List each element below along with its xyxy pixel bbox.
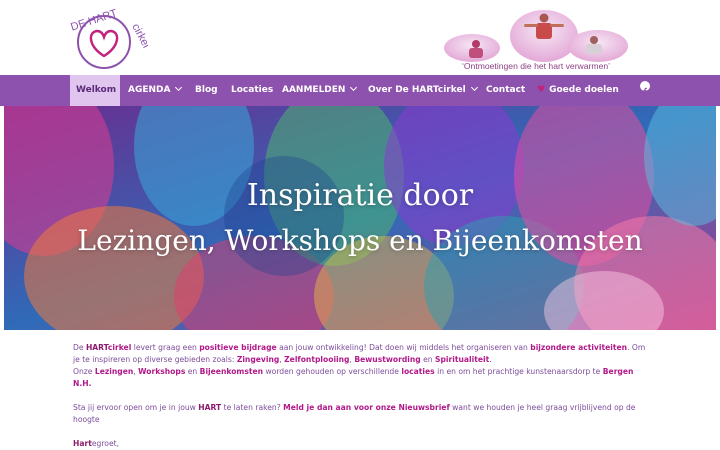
nav-item-aanmelden[interactable]: AANMELDEN (282, 75, 358, 106)
nav-item-label: AANMELDEN (282, 85, 346, 95)
text: cirkel (107, 343, 132, 352)
intro-paragraph: De HARTcirkel levert graag een positieve… (73, 342, 653, 390)
text: in en om het prachtige kunstenaarsdorp t… (434, 367, 603, 376)
text: Sta jij ervoor open om je in jouw (73, 403, 199, 412)
text: aan jouw ontwikkeling! Dat doen wij midd… (276, 343, 531, 352)
nav-item-label: Goede doelen (549, 85, 619, 95)
text: De (73, 343, 86, 352)
text: egroet, (91, 439, 120, 448)
text: Workshops (138, 367, 186, 376)
hero-title-line1: Inspiratie door (246, 178, 474, 213)
chevron-down-icon (175, 83, 183, 92)
facebook-icon[interactable] (640, 81, 650, 95)
svg-text:cirkel: cirkel (129, 22, 148, 50)
nav-item-label: AGENDA (128, 85, 171, 95)
text: . (489, 355, 492, 364)
slogan-text: ‘Ontmoetingen die het hart verwarmen’ (462, 61, 610, 71)
text: te laten raken? (221, 403, 284, 412)
hero-title-line2: Lezingen, Workshops en Bijeenkomsten (77, 224, 643, 257)
nav-item-contact[interactable]: Contact (486, 75, 525, 106)
text: Bijeenkomsten (199, 367, 264, 376)
slogan-banner: ‘Ontmoetingen die het hart verwarmen’ (436, 6, 636, 72)
nav-item-label: Locaties (231, 85, 274, 95)
text-hart: HART (198, 403, 222, 412)
text: Bewustwording (354, 355, 421, 364)
hero-background-image (4, 106, 716, 330)
nav-item-welkom[interactable]: Welkom (70, 75, 120, 106)
hartcirkel-logo[interactable]: DE HART cirkel (66, 6, 152, 72)
text: bijzondere activiteiten (530, 343, 628, 352)
text: Onze (73, 367, 95, 376)
nav-item-goede-doelen[interactable]: ♥ Goede doelen (537, 75, 619, 106)
locaties-link[interactable]: locaties (401, 367, 434, 376)
hero-banner: Inspiratie door Lezingen, Workshops en B… (4, 106, 716, 330)
text: positieve bijdrage (199, 343, 277, 352)
nav-item-label: Contact (486, 85, 526, 95)
greeting: Hartegroet, (73, 438, 653, 450)
text-hart: HART (85, 343, 108, 352)
header: DE HART cirkel ‘Ontmoetingen die het har… (0, 0, 720, 75)
text: Zingeving (236, 355, 280, 364)
svg-text:DE HART: DE HART (69, 7, 119, 33)
chevron-down-icon (470, 83, 478, 92)
nav-item-label: Blog (195, 85, 218, 95)
nav-item-label: Welkom (76, 85, 117, 95)
text: en (185, 367, 200, 376)
newsletter-paragraph: Sta jij ervoor open om je in jouw HART t… (73, 402, 653, 426)
nav-item-locaties[interactable]: Locaties (231, 75, 273, 106)
text-hart: Hart (73, 439, 92, 448)
text: Zelfontplooiing (284, 355, 350, 364)
main-navigation: Welkom AGENDA Blog Locaties AANMELDEN Ov… (0, 75, 720, 106)
text: Spiritualiteit (435, 355, 490, 364)
newsletter-link[interactable]: Meld je dan aan voor onze Nieuwsbrief (283, 403, 450, 412)
nav-item-over[interactable]: Over De HARTcirkel (368, 75, 478, 106)
text: worden gehouden op verschillende (263, 367, 402, 376)
text: en (420, 355, 436, 364)
heart-icon: ♥ (537, 85, 546, 95)
text: levert graag een (131, 343, 200, 352)
text: Lezingen (94, 367, 134, 376)
nav-item-label: Over De HARTcirkel (368, 85, 466, 95)
intro-content: De HARTcirkel levert graag een positieve… (73, 342, 653, 450)
chevron-down-icon (350, 83, 358, 92)
nav-item-agenda[interactable]: AGENDA (128, 75, 183, 106)
nav-item-blog[interactable]: Blog (195, 75, 218, 106)
